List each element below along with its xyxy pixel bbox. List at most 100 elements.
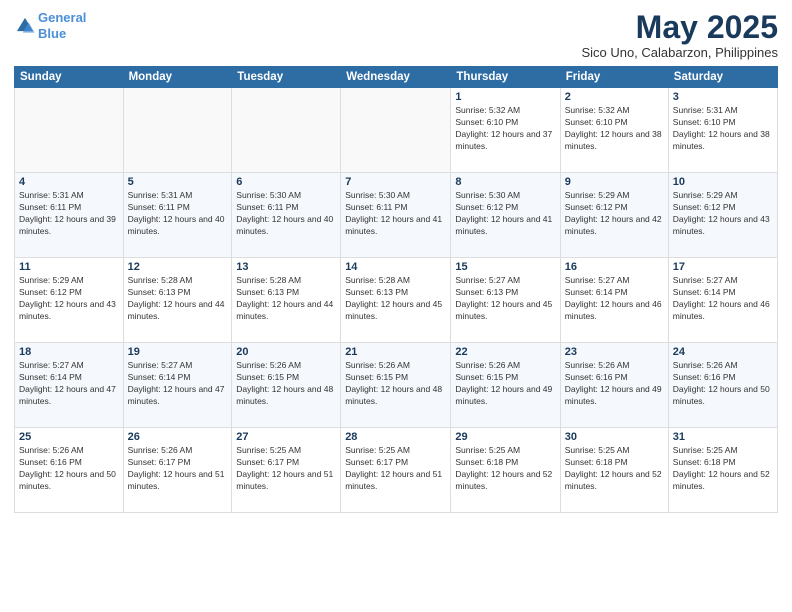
day-info: Sunrise: 5:30 AM Sunset: 6:11 PM Dayligh…: [236, 190, 336, 238]
day-number: 24: [673, 346, 773, 358]
day-number: 31: [673, 431, 773, 443]
calendar-cell: 18 Sunrise: 5:27 AM Sunset: 6:14 PM Dayli…: [15, 343, 124, 428]
calendar-cell: 9 Sunrise: 5:29 AM Sunset: 6:12 PM Daylig…: [560, 173, 668, 258]
day-number: 22: [455, 346, 555, 358]
day-info: Sunrise: 5:25 AM Sunset: 6:18 PM Dayligh…: [455, 445, 555, 493]
day-number: 16: [565, 261, 664, 273]
day-info: Sunrise: 5:30 AM Sunset: 6:12 PM Dayligh…: [455, 190, 555, 238]
calendar-cell: 15 Sunrise: 5:27 AM Sunset: 6:13 PM Dayli…: [451, 258, 560, 343]
day-info: Sunrise: 5:26 AM Sunset: 6:15 PM Dayligh…: [345, 360, 446, 408]
calendar-week-1: 1 Sunrise: 5:32 AM Sunset: 6:10 PM Daylig…: [15, 88, 778, 173]
logo-line1: General: [38, 10, 86, 25]
calendar-cell: 13 Sunrise: 5:28 AM Sunset: 6:13 PM Dayli…: [232, 258, 341, 343]
day-info: Sunrise: 5:31 AM Sunset: 6:11 PM Dayligh…: [19, 190, 119, 238]
calendar-cell: [341, 88, 451, 173]
day-number: 21: [345, 346, 446, 358]
day-number: 5: [128, 176, 228, 188]
calendar-cell: 6 Sunrise: 5:30 AM Sunset: 6:11 PM Daylig…: [232, 173, 341, 258]
calendar-cell: 4 Sunrise: 5:31 AM Sunset: 6:11 PM Daylig…: [15, 173, 124, 258]
day-info: Sunrise: 5:25 AM Sunset: 6:17 PM Dayligh…: [236, 445, 336, 493]
subtitle: Sico Uno, Calabarzon, Philippines: [581, 45, 778, 60]
calendar-cell: [232, 88, 341, 173]
day-info: Sunrise: 5:32 AM Sunset: 6:10 PM Dayligh…: [565, 105, 664, 153]
day-info: Sunrise: 5:27 AM Sunset: 6:14 PM Dayligh…: [128, 360, 228, 408]
day-number: 23: [565, 346, 664, 358]
day-number: 26: [128, 431, 228, 443]
day-number: 2: [565, 91, 664, 103]
day-info: Sunrise: 5:32 AM Sunset: 6:10 PM Dayligh…: [455, 105, 555, 153]
day-number: 12: [128, 261, 228, 273]
col-monday: Monday: [123, 67, 232, 88]
calendar-cell: 14 Sunrise: 5:28 AM Sunset: 6:13 PM Dayli…: [341, 258, 451, 343]
day-info: Sunrise: 5:29 AM Sunset: 6:12 PM Dayligh…: [19, 275, 119, 323]
calendar-cell: 5Sunrise: 5:31 AM Sunset: 6:11 PM Daylig…: [123, 173, 232, 258]
day-info: Sunrise: 5:27 AM Sunset: 6:13 PM Dayligh…: [455, 275, 555, 323]
day-info: Sunrise: 5:26 AM Sunset: 6:17 PM Dayligh…: [128, 445, 228, 493]
calendar-week-4: 18 Sunrise: 5:27 AM Sunset: 6:14 PM Dayli…: [15, 343, 778, 428]
calendar-cell: 28Sunrise: 5:25 AM Sunset: 6:17 PM Dayli…: [341, 428, 451, 513]
day-number: 14: [345, 261, 446, 273]
col-sunday: Sunday: [15, 67, 124, 88]
day-info: Sunrise: 5:26 AM Sunset: 6:16 PM Dayligh…: [673, 360, 773, 408]
calendar-cell: 24 Sunrise: 5:26 AM Sunset: 6:16 PM Dayli…: [668, 343, 777, 428]
col-thursday: Thursday: [451, 67, 560, 88]
day-info: Sunrise: 5:28 AM Sunset: 6:13 PM Dayligh…: [236, 275, 336, 323]
day-number: 15: [455, 261, 555, 273]
page: General Blue May 2025 Sico Uno, Calabarz…: [0, 0, 792, 612]
day-number: 13: [236, 261, 336, 273]
calendar-cell: 1 Sunrise: 5:32 AM Sunset: 6:10 PM Daylig…: [451, 88, 560, 173]
day-number: 11: [19, 261, 119, 273]
day-number: 18: [19, 346, 119, 358]
day-number: 30: [565, 431, 664, 443]
calendar-cell: 17Sunrise: 5:27 AM Sunset: 6:14 PM Dayli…: [668, 258, 777, 343]
day-number: 29: [455, 431, 555, 443]
day-number: 20: [236, 346, 336, 358]
day-number: 28: [345, 431, 446, 443]
day-number: 1: [455, 91, 555, 103]
day-info: Sunrise: 5:28 AM Sunset: 6:13 PM Dayligh…: [345, 275, 446, 323]
calendar-cell: 27 Sunrise: 5:25 AM Sunset: 6:17 PM Dayli…: [232, 428, 341, 513]
calendar-cell: 22 Sunrise: 5:26 AM Sunset: 6:15 PM Dayli…: [451, 343, 560, 428]
col-saturday: Saturday: [668, 67, 777, 88]
calendar-cell: [15, 88, 124, 173]
calendar-cell: 10 Sunrise: 5:29 AM Sunset: 6:12 PM Dayli…: [668, 173, 777, 258]
col-tuesday: Tuesday: [232, 67, 341, 88]
day-info: Sunrise: 5:25 AM Sunset: 6:18 PM Dayligh…: [673, 445, 773, 493]
day-info: Sunrise: 5:27 AM Sunset: 6:14 PM Dayligh…: [19, 360, 119, 408]
day-info: Sunrise: 5:29 AM Sunset: 6:12 PM Dayligh…: [673, 190, 773, 238]
calendar-cell: 20Sunrise: 5:26 AM Sunset: 6:15 PM Dayli…: [232, 343, 341, 428]
title-area: May 2025 Sico Uno, Calabarzon, Philippin…: [581, 10, 778, 60]
calendar-cell: 25Sunrise: 5:26 AM Sunset: 6:16 PM Dayli…: [15, 428, 124, 513]
calendar-cell: 7Sunrise: 5:30 AM Sunset: 6:11 PM Daylig…: [341, 173, 451, 258]
day-number: 25: [19, 431, 119, 443]
calendar-week-2: 4 Sunrise: 5:31 AM Sunset: 6:11 PM Daylig…: [15, 173, 778, 258]
day-info: Sunrise: 5:29 AM Sunset: 6:12 PM Dayligh…: [565, 190, 664, 238]
day-number: 4: [19, 176, 119, 188]
calendar-cell: 12 Sunrise: 5:28 AM Sunset: 6:13 PM Dayli…: [123, 258, 232, 343]
day-number: 27: [236, 431, 336, 443]
calendar-cell: 30Sunrise: 5:25 AM Sunset: 6:18 PM Dayli…: [560, 428, 668, 513]
calendar-cell: 11 Sunrise: 5:29 AM Sunset: 6:12 PM Dayli…: [15, 258, 124, 343]
calendar-cell: 29 Sunrise: 5:25 AM Sunset: 6:18 PM Dayli…: [451, 428, 560, 513]
day-number: 10: [673, 176, 773, 188]
day-info: Sunrise: 5:31 AM Sunset: 6:10 PM Dayligh…: [673, 105, 773, 153]
calendar-header-row: Sunday Monday Tuesday Wednesday Thursday…: [15, 67, 778, 88]
day-number: 9: [565, 176, 664, 188]
calendar-cell: 31 Sunrise: 5:25 AM Sunset: 6:18 PM Dayli…: [668, 428, 777, 513]
calendar-cell: 8Sunrise: 5:30 AM Sunset: 6:12 PM Daylig…: [451, 173, 560, 258]
day-info: Sunrise: 5:30 AM Sunset: 6:11 PM Dayligh…: [345, 190, 446, 238]
calendar-cell: 26 Sunrise: 5:26 AM Sunset: 6:17 PM Dayli…: [123, 428, 232, 513]
day-number: 19: [128, 346, 228, 358]
day-number: 17: [673, 261, 773, 273]
day-info: Sunrise: 5:28 AM Sunset: 6:13 PM Dayligh…: [128, 275, 228, 323]
logo-text: General Blue: [38, 10, 86, 41]
calendar-cell: 19 Sunrise: 5:27 AM Sunset: 6:14 PM Dayli…: [123, 343, 232, 428]
calendar-week-5: 25Sunrise: 5:26 AM Sunset: 6:16 PM Dayli…: [15, 428, 778, 513]
col-friday: Friday: [560, 67, 668, 88]
day-info: Sunrise: 5:27 AM Sunset: 6:14 PM Dayligh…: [565, 275, 664, 323]
logo: General Blue: [14, 10, 86, 41]
calendar-cell: 21 Sunrise: 5:26 AM Sunset: 6:15 PM Dayli…: [341, 343, 451, 428]
day-info: Sunrise: 5:26 AM Sunset: 6:15 PM Dayligh…: [455, 360, 555, 408]
calendar-cell: 3Sunrise: 5:31 AM Sunset: 6:10 PM Daylig…: [668, 88, 777, 173]
day-number: 6: [236, 176, 336, 188]
